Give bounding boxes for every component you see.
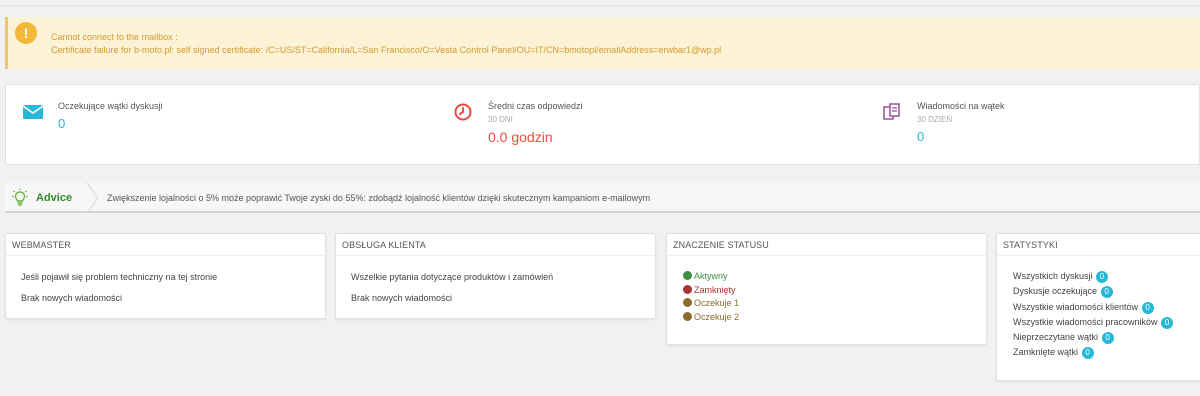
card-title: STATYSTYKI [997,234,1200,256]
chevron-separator-icon [86,183,99,213]
status-pending-2: Oczekuje 2 [683,312,739,322]
clock-icon [454,103,472,121]
envelope-icon [22,105,44,119]
status-dot-icon [683,285,692,294]
copy-icon [883,103,900,120]
status-meaning-card: ZNACZENIE STATUSU Aktywny Zamknięty Ocze… [666,233,987,345]
kpi-period: 30 DZIEŃ [917,115,953,124]
card-title: ZNACZENIE STATUSU [667,234,986,256]
card-title: OBSŁUGA KLIENTA [336,234,655,256]
statistics-card: STATYSTYKI Wszystkich dyskusji 0 Dyskusj… [996,233,1200,381]
advice-bar: Advice Zwiększenie lojalności o 5% może … [5,183,1200,213]
kpi-panel: Oczekujące wątki dyskusji 0 Średni czas … [5,84,1200,165]
status-active: Aktywny [683,271,728,281]
customer-service-description: Wszelkie pytania dotyczące produktów i z… [351,272,554,282]
status-closed: Zamknięty [683,285,736,295]
status-dot-icon [683,271,692,280]
stat-all-discussions: Wszystkich dyskusji 0 [1013,271,1109,283]
advice-title: Advice [36,192,73,204]
webmaster-description: Jeśli pojawił się problem techniczny na … [21,272,218,282]
kpi-label: Wiadomości na wątek [917,101,1005,111]
stat-employee-messages: Wszystkie wiadomości pracowników 0 [1013,317,1174,329]
kpi-label: Oczekujące wątki dyskusji [58,101,163,111]
count-badge: 0 [1161,317,1174,329]
status-pending-1: Oczekuje 1 [683,298,739,308]
stat-unread-threads: Nieprzeczytane wątki 0 [1013,332,1114,344]
count-badge: 0 [1141,302,1154,314]
kpi-value: 0.0 godzin [488,129,553,145]
alert-message: Certificate failure for b-moto.pl: self … [51,45,722,55]
lightbulb-icon [12,188,28,206]
count-badge: 0 [1096,271,1109,283]
advice-text[interactable]: Zwiększenie lojalności o 5% może poprawi… [107,193,650,203]
webmaster-messages-link[interactable]: Brak nowych wiadomości [21,293,122,303]
kpi-label: Średni czas odpowiedzi [488,101,583,111]
status-dot-icon [683,298,692,307]
stat-closed-threads: Zamknięte wątki 0 [1013,347,1094,359]
webmaster-card: WEBMASTER Jeśli pojawił się problem tech… [5,233,326,319]
count-badge: 0 [1100,286,1113,298]
top-strip [0,0,1200,6]
customer-service-card: OBSŁUGA KLIENTA Wszelkie pytania dotyczą… [335,233,656,319]
kpi-value[interactable]: 0 [58,116,65,131]
alert-title: Cannot connect to the mailbox : [51,32,178,42]
count-badge: 0 [1101,332,1114,344]
status-dot-icon [683,312,692,321]
mailbox-warning-alert: ! Cannot connect to the mailbox : Certif… [5,17,1200,69]
kpi-period: 30 DNI [488,115,513,124]
card-title: WEBMASTER [6,234,325,256]
stat-pending-discussions: Dyskusje oczekujące 0 [1013,286,1113,298]
count-badge: 0 [1081,347,1094,359]
kpi-value: 0 [917,129,925,144]
stat-customer-messages: Wszystkie wiadomości klientów 0 [1013,302,1154,314]
customer-service-messages-link[interactable]: Brak nowych wiadomości [351,293,452,303]
warning-icon: ! [15,22,37,44]
